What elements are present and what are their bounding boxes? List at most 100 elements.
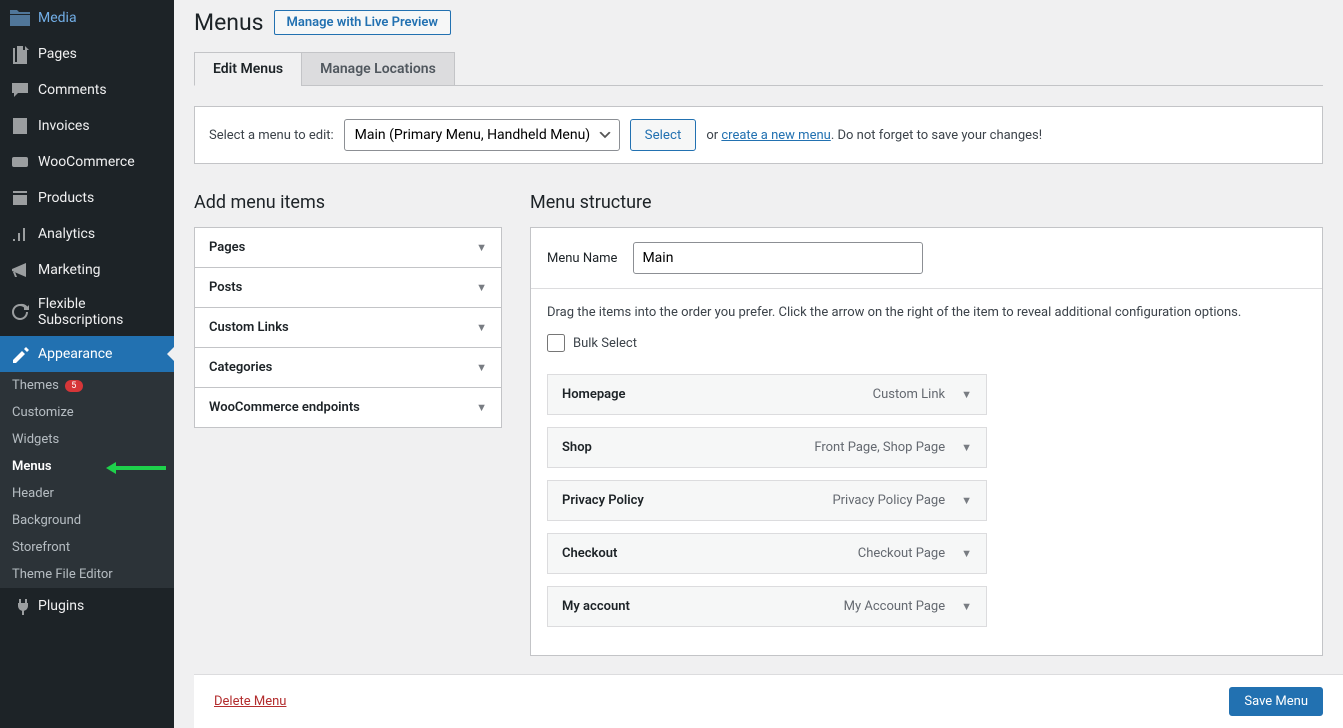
sidebar-label: Media [38,10,77,26]
sidebar-label: WooCommerce [38,154,135,170]
sidebar-label: Invoices [38,118,90,134]
media-icon [10,8,30,28]
menu-item-label: Privacy Policy [562,493,644,508]
menu-item-type: Custom Link [873,387,945,402]
menu-item-label: Checkout [562,546,617,561]
invoices-icon [10,116,30,136]
sidebar-label: Marketing [38,262,101,278]
caret-icon: ▼ [476,281,487,294]
menu-panel: Menu Name Drag the items into the order … [530,227,1323,656]
caret-icon: ▼ [476,361,487,374]
menu-item-type: Checkout Page [858,546,945,561]
submenu-theme-file-editor[interactable]: Theme File Editor [0,561,174,588]
sidebar-item-comments[interactable]: Comments [0,72,174,108]
select-menu-panel: Select a menu to edit: Main (Primary Men… [194,106,1323,164]
sidebar-label: Products [38,190,94,206]
caret-icon: ▼ [476,321,487,334]
menu-structure-title: Menu structure [530,192,1323,213]
menu-name-label: Menu Name [547,251,617,266]
menu-select[interactable]: Main (Primary Menu, Handheld Menu) [344,119,620,151]
bulk-select-label: Bulk Select [573,336,637,351]
menu-item-type: My Account Page [844,599,945,614]
caret-icon[interactable]: ▼ [961,388,972,401]
caret-icon[interactable]: ▼ [961,600,972,613]
sidebar-item-pages[interactable]: Pages [0,36,174,72]
comments-icon [10,80,30,100]
submenu-widgets[interactable]: Widgets [0,426,174,453]
create-menu-link[interactable]: create a new menu [721,128,830,143]
sidebar-label: Plugins [38,598,84,614]
sidebar-item-products[interactable]: Products [0,180,174,216]
accordion-categories[interactable]: Categories▼ [195,348,501,387]
select-button[interactable]: Select [630,119,697,151]
menu-structure-item[interactable]: Homepage Custom Link ▼ [547,374,987,415]
sidebar-label: Comments [38,82,107,98]
menu-item-label: My account [562,599,630,614]
themes-badge: 5 [65,380,83,392]
analytics-icon [10,224,30,244]
tab-edit-menus[interactable]: Edit Menus [194,52,302,86]
tabs: Edit Menus Manage Locations [194,52,1323,86]
select-menu-label: Select a menu to edit: [209,128,334,143]
accordion-custom-links[interactable]: Custom Links▼ [195,308,501,347]
arrow-indicator-icon [106,455,166,479]
menu-structure-item[interactable]: Privacy Policy Privacy Policy Page ▼ [547,480,987,521]
subscriptions-icon [10,302,30,322]
woocommerce-icon [10,152,30,172]
menu-items-list: Homepage Custom Link ▼ Shop Front Page, Shop… [547,374,1306,627]
plugins-icon [10,596,30,616]
sidebar-item-marketing[interactable]: Marketing [0,252,174,288]
main-content: Menus Manage with Live Preview Edit Menu… [174,0,1343,728]
live-preview-button[interactable]: Manage with Live Preview [274,10,451,35]
admin-sidebar: Media Pages Comments Invoices WooCommerc… [0,0,174,728]
page-title: Menus [194,9,264,36]
menu-item-label: Homepage [562,387,626,402]
submenu-themes[interactable]: Themes 5 [0,372,174,399]
menu-structure-item[interactable]: Shop Front Page, Shop Page ▼ [547,427,987,468]
caret-icon[interactable]: ▼ [961,494,972,507]
accordion-pages[interactable]: Pages▼ [195,228,501,267]
save-menu-button[interactable]: Save Menu [1229,687,1323,716]
bulk-select-checkbox[interactable] [547,334,565,352]
caret-icon: ▼ [476,401,487,414]
sidebar-item-analytics[interactable]: Analytics [0,216,174,252]
caret-icon: ▼ [476,241,487,254]
menu-structure-item[interactable]: My account My Account Page ▼ [547,586,987,627]
sidebar-item-media[interactable]: Media [0,0,174,36]
menu-item-label: Shop [562,440,592,455]
sidebar-label: Flexible Subscriptions [38,296,164,328]
sidebar-item-appearance[interactable]: Appearance [0,336,174,372]
sidebar-item-plugins[interactable]: Plugins [0,588,174,624]
accordion-woo-endpoints[interactable]: WooCommerce endpoints▼ [195,388,501,427]
tab-manage-locations[interactable]: Manage Locations [301,52,455,86]
sidebar-item-flexible-subscriptions[interactable]: Flexible Subscriptions [0,288,174,336]
menu-item-type: Front Page, Shop Page [814,440,945,455]
caret-icon[interactable]: ▼ [961,441,972,454]
delete-menu-link[interactable]: Delete Menu [214,694,286,709]
marketing-icon [10,260,30,280]
select-trailing-text: or create a new menu. Do not forget to s… [706,128,1042,143]
sidebar-item-invoices[interactable]: Invoices [0,108,174,144]
submenu-storefront[interactable]: Storefront [0,534,174,561]
menu-instructions: Drag the items into the order you prefer… [547,305,1306,320]
submenu-background[interactable]: Background [0,507,174,534]
menu-name-input[interactable] [633,242,923,274]
menu-structure-item[interactable]: Checkout Checkout Page ▼ [547,533,987,574]
caret-icon[interactable]: ▼ [961,547,972,560]
submenu-label: Themes [12,378,59,393]
sidebar-label: Pages [38,46,77,62]
sidebar-label: Analytics [38,226,95,242]
submenu-menus[interactable]: Menus [0,453,174,480]
submenu-customize[interactable]: Customize [0,399,174,426]
footer-bar: Delete Menu Save Menu [194,674,1343,728]
submenu-header[interactable]: Header [0,480,174,507]
pages-icon [10,44,30,64]
sidebar-item-woocommerce[interactable]: WooCommerce [0,144,174,180]
products-icon [10,188,30,208]
accordion-posts[interactable]: Posts▼ [195,268,501,307]
add-items-title: Add menu items [194,192,502,213]
appearance-submenu: Themes 5 Customize Widgets Menus Header … [0,372,174,588]
menu-item-type: Privacy Policy Page [832,493,945,508]
sidebar-label: Appearance [38,346,112,362]
appearance-icon [10,344,30,364]
